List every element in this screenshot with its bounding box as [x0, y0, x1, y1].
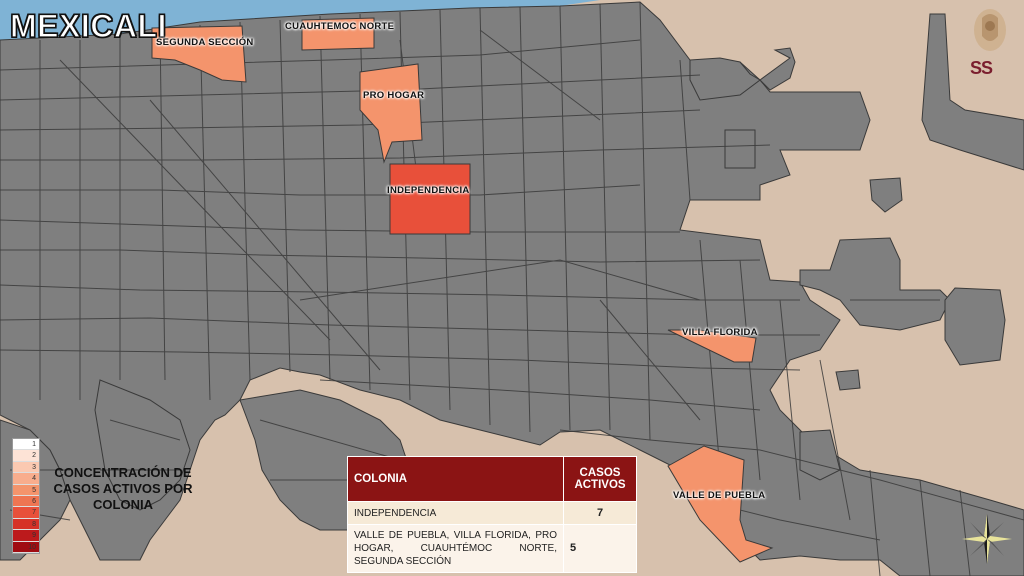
label-cuauhtemoc-norte: CUAUHTEMOC NORTE	[285, 21, 395, 32]
cell-casos: 5	[563, 524, 637, 573]
header-casos-activos: CASOS ACTIVOS	[563, 456, 637, 502]
legend-swatch: 5	[13, 484, 39, 496]
cell-colonia: VALLE DE PUEBLA, VILLA FLORIDA, PRO HOGA…	[347, 524, 564, 573]
cases-table: COLONIA CASOS ACTIVOS INDEPENDENCIA 7 VA…	[347, 456, 637, 573]
table-row: VALLE DE PUEBLA, VILLA FLORIDA, PRO HOGA…	[347, 524, 637, 573]
cell-casos: 7	[563, 501, 637, 525]
colonia-independencia[interactable]	[389, 163, 471, 235]
legend-swatch: 6	[13, 495, 39, 508]
ss-logo: SS	[966, 6, 1014, 82]
table-row: INDEPENDENCIA 7	[347, 501, 637, 525]
compass-rose-icon	[962, 514, 1012, 564]
legend-swatch: 1	[13, 439, 39, 451]
logo-text: SS	[970, 58, 993, 78]
label-pro-hogar: PRO HOGAR	[363, 90, 425, 101]
legend-swatch: 9	[13, 530, 39, 542]
header-colonia: COLONIA	[347, 456, 564, 502]
label-segunda-seccion: SEGUNDA SECCIÓN	[156, 37, 254, 48]
legend-swatch: 3	[13, 461, 39, 474]
color-scale-legend: 1 2 3 4 5 6 7 8 9 10	[12, 438, 40, 554]
shield-emblem-icon	[974, 9, 1006, 51]
table-header-row: COLONIA CASOS ACTIVOS	[347, 456, 637, 502]
map-title: MEXICALI	[9, 7, 167, 44]
label-valle-de-puebla: VALLE DE PUEBLA	[673, 490, 766, 501]
label-independencia: INDEPENDENCIA	[387, 185, 470, 196]
legend-swatch: 7	[13, 507, 39, 519]
legend-swatch: 4	[13, 473, 39, 485]
legend-swatch: 8	[13, 518, 39, 531]
legend-title: CONCENTRACIÓN DE CASOS ACTIVOS POR COLON…	[53, 465, 193, 512]
legend-swatch: 10	[13, 541, 39, 553]
cell-colonia: INDEPENDENCIA	[347, 501, 564, 525]
legend-swatch: 2	[13, 450, 39, 462]
label-villa-florida: VILLA FLORIDA	[682, 327, 758, 338]
